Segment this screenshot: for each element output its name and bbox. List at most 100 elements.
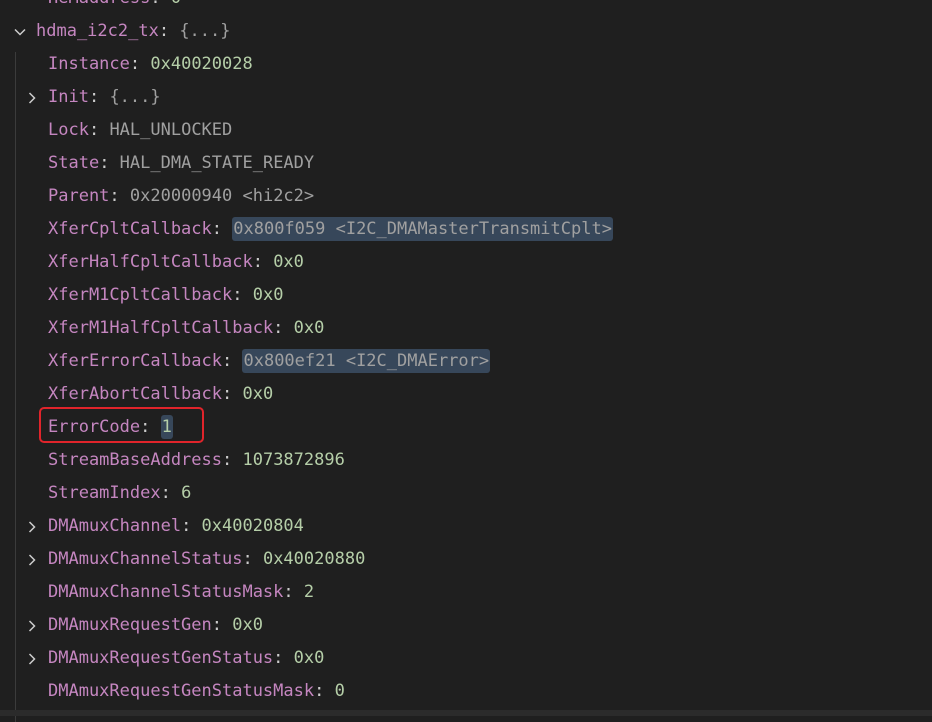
name-separator: : xyxy=(242,549,263,569)
chevron-down-icon[interactable] xyxy=(12,15,28,48)
variable-label: DMAmuxChannelStatus: 0x40020880 xyxy=(48,543,365,576)
variable-value[interactable]: 0x40020804 xyxy=(202,516,304,536)
name-separator: : xyxy=(314,681,335,701)
name-separator: : xyxy=(129,54,151,74)
variable-value[interactable]: HAL_UNLOCKED xyxy=(109,120,232,140)
indent-guide xyxy=(15,52,16,722)
variable-row[interactable]: StreamBaseAddress: 1073872896 xyxy=(0,444,932,477)
variable-name: XferAbortCallback xyxy=(48,384,222,404)
variable-row[interactable]: Lock: HAL_UNLOCKED xyxy=(0,114,932,147)
name-separator: : xyxy=(88,120,110,140)
variable-value[interactable]: 0x0 xyxy=(232,615,263,635)
variable-value[interactable]: 0x40020028 xyxy=(150,54,252,74)
variable-name: DMAmuxChannelStatus xyxy=(48,549,243,569)
name-separator: : xyxy=(222,450,243,470)
variable-name: HeMaddress xyxy=(48,0,150,8)
variable-value[interactable]: HAL_DMA_STATE_READY xyxy=(120,153,314,173)
variable-value[interactable]: 2 xyxy=(304,582,314,602)
variable-value[interactable]: 0 xyxy=(171,0,181,8)
variable-value[interactable]: 0x0 xyxy=(294,648,325,668)
variable-value[interactable]: {...} xyxy=(109,87,160,107)
variable-row[interactable]: XferCpltCallback: 0x800f059 <I2C_DMAMast… xyxy=(0,213,932,246)
variable-row[interactable]: XferM1CpltCallback: 0x0 xyxy=(0,279,932,312)
variable-label: StreamIndex: 6 xyxy=(48,477,191,510)
variable-row[interactable]: XferM1HalfCpltCallback: 0x0 xyxy=(0,312,932,345)
variable-value[interactable]: 0x0 xyxy=(294,318,325,338)
variable-value[interactable]: 1073872896 xyxy=(242,450,344,470)
variable-label: DMAmuxChannelStatusMask: 2 xyxy=(48,576,314,609)
variable-value[interactable]: 0 xyxy=(335,681,345,701)
name-separator: : xyxy=(88,87,110,107)
variable-value[interactable]: 0x20000940 <hi2c2> xyxy=(130,186,314,206)
variable-label: XferErrorCallback: 0x800ef21 <I2C_DMAErr… xyxy=(48,345,491,378)
name-separator: : xyxy=(252,252,274,272)
variable-row[interactable]: StreamIndex: 6 xyxy=(0,477,932,510)
variable-name: DMAmuxRequestGenStatusMask xyxy=(48,681,315,701)
variable-label: State: HAL_DMA_STATE_READY xyxy=(48,147,314,180)
variable-label: Parent: 0x20000940 <hi2c2> xyxy=(48,180,314,213)
variable-name: Instance xyxy=(48,54,130,74)
variable-value[interactable]: 0x800f059 <I2C_DMAMasterTransmitCplt> xyxy=(232,217,613,241)
variable-label: Instance: 0x40020028 xyxy=(48,48,253,81)
variable-name: Init xyxy=(48,87,89,107)
variable-row[interactable]: XferHalfCpltCallback: 0x0 xyxy=(0,246,932,279)
chevron-right-icon[interactable] xyxy=(24,81,40,114)
variable-value[interactable]: 0x800ef21 <I2C_DMAError> xyxy=(242,349,491,373)
variable-name: DMAmuxRequestGenStatus xyxy=(48,648,274,668)
variable-row[interactable]: DMAmuxRequestGen: 0x0 xyxy=(0,609,932,642)
name-separator: : xyxy=(211,219,233,239)
variable-name: XferM1CpltCallback xyxy=(48,285,233,305)
chevron-right-icon[interactable] xyxy=(24,609,40,642)
variable-row[interactable]: XferErrorCallback: 0x800ef21 <I2C_DMAErr… xyxy=(0,345,932,378)
chevron-right-icon[interactable] xyxy=(24,642,40,675)
variable-value[interactable]: 6 xyxy=(181,483,191,503)
variable-name: DMAmuxRequestGen xyxy=(48,615,212,635)
variable-name: XferCpltCallback xyxy=(48,219,212,239)
name-separator: : xyxy=(222,384,243,404)
name-separator: : xyxy=(150,0,170,8)
variable-value[interactable]: 0x0 xyxy=(273,252,304,272)
variable-value[interactable]: 0x0 xyxy=(242,384,273,404)
variable-name: XferHalfCpltCallback xyxy=(48,252,253,272)
variable-row[interactable]: HeMaddress: 0 xyxy=(0,0,932,15)
error-code-highlight-box xyxy=(39,407,204,443)
variable-row[interactable]: DMAmuxRequestGenStatus: 0x0 xyxy=(0,642,932,675)
name-separator: : xyxy=(158,21,180,41)
variable-value[interactable]: 0x0 xyxy=(253,285,284,305)
variable-row[interactable]: State: HAL_DMA_STATE_READY xyxy=(0,147,932,180)
chevron-right-icon[interactable] xyxy=(24,510,40,543)
variable-label: XferHalfCpltCallback: 0x0 xyxy=(48,246,304,279)
variable-row[interactable]: Parent: 0x20000940 <hi2c2> xyxy=(0,180,932,213)
variable-row[interactable]: DMAmuxChannelStatus: 0x40020880 xyxy=(0,543,932,576)
variable-row[interactable]: Instance: 0x40020028 xyxy=(0,48,932,81)
variable-label: DMAmuxRequestGen: 0x0 xyxy=(48,609,263,642)
variables-tree: HeMaddress: 0hdma_i2c2_tx: {...}Instance… xyxy=(0,0,932,708)
variable-label: DMAmuxChannel: 0x40020804 xyxy=(48,510,304,543)
variable-name: State xyxy=(48,153,100,173)
variable-name: Lock xyxy=(48,120,89,140)
variable-value[interactable]: 0x40020880 xyxy=(263,549,365,569)
name-separator: : xyxy=(160,483,182,503)
variable-label: XferM1CpltCallback: 0x0 xyxy=(48,279,283,312)
variable-label: HeMaddress: 0 xyxy=(48,0,181,15)
variable-name: XferErrorCallback xyxy=(48,351,222,371)
variable-row[interactable]: Init: {...} xyxy=(0,81,932,114)
variable-row[interactable]: DMAmuxChannel: 0x40020804 xyxy=(0,510,932,543)
variable-label: XferCpltCallback: 0x800f059 <I2C_DMAMast… xyxy=(48,213,613,246)
variable-name: DMAmuxChannel xyxy=(48,516,182,536)
variable-label: hdma_i2c2_tx: {...} xyxy=(36,15,231,48)
name-separator: : xyxy=(181,516,202,536)
variable-row[interactable]: DMAmuxChannelStatusMask: 2 xyxy=(0,576,932,609)
variable-row[interactable]: DMAmuxRequestGenStatusMask: 0 xyxy=(0,675,932,708)
name-separator: : xyxy=(283,582,304,602)
horizontal-scrollbar-track[interactable] xyxy=(0,710,932,716)
name-separator: : xyxy=(273,648,294,668)
variable-row[interactable]: hdma_i2c2_tx: {...} xyxy=(0,15,932,48)
variable-value[interactable]: {...} xyxy=(179,21,230,41)
name-separator: : xyxy=(232,285,253,305)
chevron-right-icon[interactable] xyxy=(24,543,40,576)
variable-label: Lock: HAL_UNLOCKED xyxy=(48,114,232,147)
name-separator: : xyxy=(273,318,294,338)
variable-name: Parent xyxy=(48,186,110,206)
variable-name: StreamBaseAddress xyxy=(48,450,222,470)
